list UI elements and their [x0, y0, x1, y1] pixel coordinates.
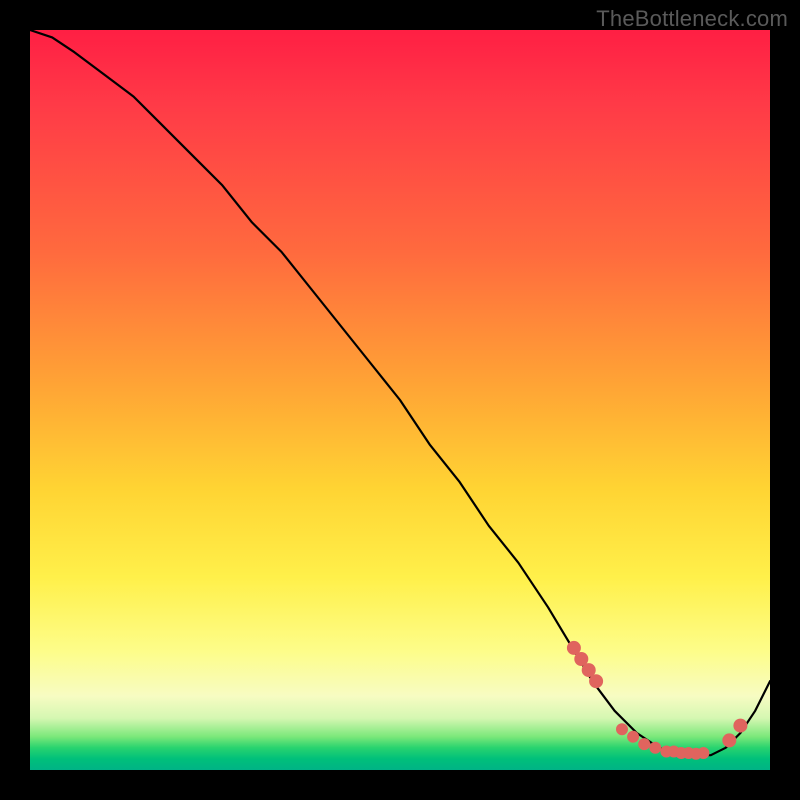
highlight-dot [589, 674, 603, 688]
watermark-text: TheBottleneck.com [596, 6, 788, 32]
highlight-dot [649, 742, 661, 754]
highlight-dot [638, 738, 650, 750]
highlight-dot [616, 723, 628, 735]
highlight-dots [567, 641, 748, 760]
highlight-dot [627, 731, 639, 743]
chart-frame: TheBottleneck.com [0, 0, 800, 800]
highlight-dot [697, 747, 709, 759]
chart-svg [30, 30, 770, 770]
chart-plot-area [30, 30, 770, 770]
highlight-dot [733, 719, 747, 733]
highlight-dot [722, 733, 736, 747]
bottleneck-curve [30, 30, 770, 755]
